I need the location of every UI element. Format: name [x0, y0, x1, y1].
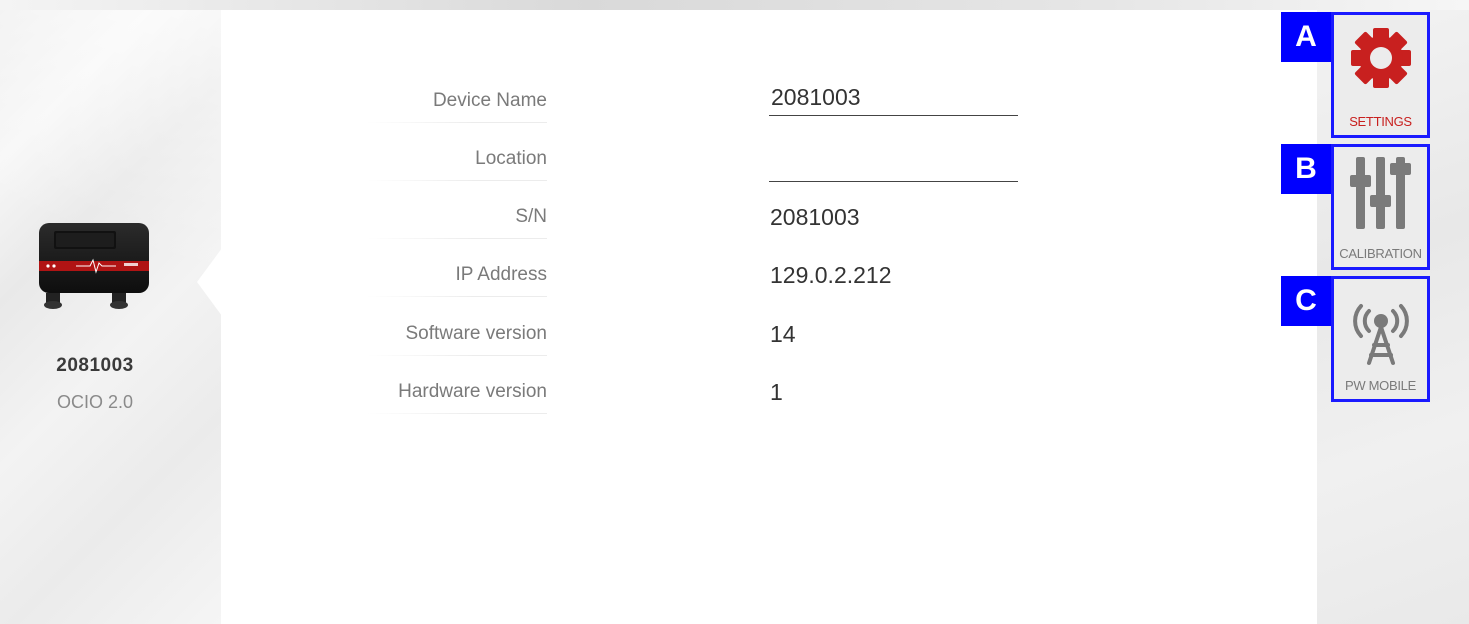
antenna-tower-icon	[1352, 304, 1409, 365]
info-row-location: Location	[221, 146, 1121, 192]
calibration-button[interactable]: CALIBRATION	[1331, 144, 1430, 270]
gear-icon	[1350, 28, 1411, 88]
info-row-serial: S/N 2081003	[221, 204, 1121, 250]
device-sidebar	[0, 10, 222, 624]
software-version-label: Software version	[247, 323, 547, 356]
key-badge-a: A	[1281, 12, 1331, 62]
key-badge-b: B	[1281, 144, 1331, 194]
device-name-label: Device Name	[247, 90, 547, 123]
settings-label: SETTINGS	[1349, 114, 1412, 129]
info-row-device-name: Device Name	[221, 80, 1121, 134]
info-row-ip: IP Address 129.0.2.212	[221, 262, 1121, 308]
software-version-value: 14	[770, 321, 796, 347]
key-badge-c: C	[1281, 276, 1331, 326]
info-row-hardware: Hardware version 1	[221, 379, 1121, 425]
device-image[interactable]	[36, 217, 154, 315]
top-strip	[0, 0, 1469, 10]
pw-mobile-label: PW MOBILE	[1345, 378, 1416, 393]
calibration-label: CALIBRATION	[1339, 246, 1422, 261]
sliders-icon	[1349, 157, 1411, 229]
device-info-panel: Device Name Location S/N 2081003 IP Addr…	[221, 10, 1317, 624]
location-label: Location	[247, 148, 547, 181]
device-name-input[interactable]	[769, 80, 1018, 116]
pw-mobile-button[interactable]: PW MOBILE	[1331, 276, 1430, 402]
ip-address-value: 129.0.2.212	[770, 262, 892, 288]
serial-value: 2081003	[770, 204, 860, 230]
hardware-version-label: Hardware version	[247, 381, 547, 414]
hardware-version-value: 1	[770, 379, 783, 405]
device-id-label: 2081003	[56, 355, 134, 376]
selection-pointer	[197, 248, 222, 316]
location-input[interactable]	[769, 146, 1018, 182]
settings-button[interactable]: SETTINGS	[1331, 12, 1430, 138]
ip-address-label: IP Address	[247, 264, 547, 297]
info-row-software: Software version 14	[221, 321, 1121, 367]
serial-label: S/N	[247, 206, 547, 239]
device-model-label: OCIO 2.0	[56, 392, 134, 412]
